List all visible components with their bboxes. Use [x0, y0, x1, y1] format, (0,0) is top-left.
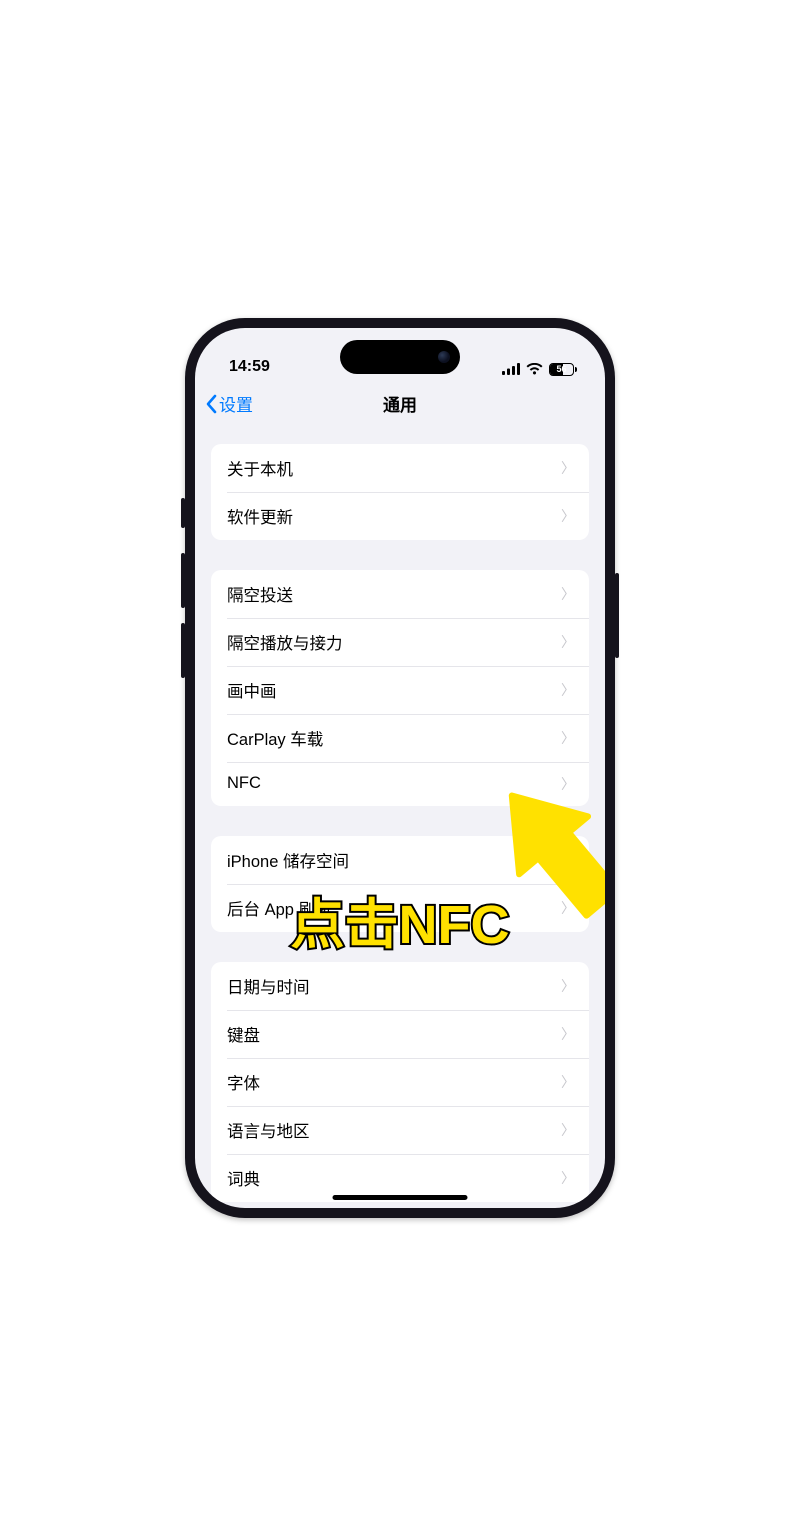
cellular-signal-icon: [502, 363, 520, 375]
chevron-right-icon: 〉: [561, 774, 575, 794]
chevron-right-icon: 〉: [561, 850, 575, 870]
settings-group-4: 日期与时间 〉 键盘 〉 字体 〉 语言与地区 〉 词典 〉: [211, 962, 589, 1202]
settings-group-2: 隔空投送 〉 隔空播放与接力 〉 画中画 〉 CarPlay 车载 〉 NFC: [211, 570, 589, 806]
chevron-right-icon: 〉: [561, 632, 575, 652]
row-label: iPhone 储存空间: [227, 848, 349, 872]
wifi-icon: [526, 363, 543, 375]
front-camera-icon: [438, 351, 450, 363]
settings-group-1: 关于本机 〉 软件更新 〉: [211, 444, 589, 540]
nav-bar: 设置 通用: [195, 382, 605, 426]
row-airplay-handoff[interactable]: 隔空播放与接力 〉: [211, 618, 589, 666]
row-label: 字体: [227, 1070, 260, 1094]
row-label: NFC: [227, 774, 261, 793]
chevron-right-icon: 〉: [561, 680, 575, 700]
volume-up-button[interactable]: [181, 553, 185, 608]
settings-content[interactable]: 关于本机 〉 软件更新 〉 隔空投送 〉 隔空播放与接力 〉 画中: [195, 426, 605, 1208]
mute-switch[interactable]: [181, 498, 185, 528]
chevron-right-icon: 〉: [561, 976, 575, 996]
home-indicator[interactable]: [333, 1195, 468, 1200]
row-label: 画中画: [227, 678, 277, 702]
chevron-left-icon: [205, 394, 217, 414]
row-label: 隔空投送: [227, 582, 293, 606]
chevron-right-icon: 〉: [561, 584, 575, 604]
battery-percent: 56: [556, 364, 566, 374]
chevron-right-icon: 〉: [561, 1120, 575, 1140]
row-about[interactable]: 关于本机 〉: [211, 444, 589, 492]
row-label: 语言与地区: [227, 1118, 310, 1142]
chevron-right-icon: 〉: [561, 728, 575, 748]
row-label: CarPlay 车载: [227, 726, 323, 750]
row-label: 软件更新: [227, 504, 293, 528]
row-label: 日期与时间: [227, 974, 310, 998]
row-airdrop[interactable]: 隔空投送 〉: [211, 570, 589, 618]
power-button[interactable]: [615, 573, 619, 658]
dynamic-island: [340, 340, 460, 374]
row-picture-in-picture[interactable]: 画中画 〉: [211, 666, 589, 714]
row-carplay[interactable]: CarPlay 车载 〉: [211, 714, 589, 762]
row-label: 词典: [227, 1166, 260, 1190]
chevron-right-icon: 〉: [561, 1024, 575, 1044]
chevron-right-icon: 〉: [561, 458, 575, 478]
battery-icon: 56: [549, 363, 577, 376]
row-software-update[interactable]: 软件更新 〉: [211, 492, 589, 540]
row-label: 后台 App 刷新: [227, 896, 332, 920]
back-label: 设置: [219, 391, 253, 416]
row-background-refresh[interactable]: 后台 App 刷新 〉: [211, 884, 589, 932]
row-nfc[interactable]: NFC 〉: [211, 762, 589, 806]
row-keyboard[interactable]: 键盘 〉: [211, 1010, 589, 1058]
settings-group-3: iPhone 储存空间 〉 后台 App 刷新 〉: [211, 836, 589, 932]
status-time: 14:59: [229, 358, 270, 376]
volume-down-button[interactable]: [181, 623, 185, 678]
chevron-right-icon: 〉: [561, 1072, 575, 1092]
row-language-region[interactable]: 语言与地区 〉: [211, 1106, 589, 1154]
back-button[interactable]: 设置: [205, 382, 253, 426]
row-fonts[interactable]: 字体 〉: [211, 1058, 589, 1106]
chevron-right-icon: 〉: [561, 898, 575, 918]
phone-frame: 14:59 56 设置 通用: [185, 318, 615, 1218]
row-iphone-storage[interactable]: iPhone 储存空间 〉: [211, 836, 589, 884]
chevron-right-icon: 〉: [561, 1168, 575, 1188]
page-title: 通用: [383, 391, 417, 416]
row-date-time[interactable]: 日期与时间 〉: [211, 962, 589, 1010]
screen: 14:59 56 设置 通用: [195, 328, 605, 1208]
chevron-right-icon: 〉: [561, 506, 575, 526]
row-label: 关于本机: [227, 456, 293, 480]
row-label: 键盘: [227, 1022, 260, 1046]
row-label: 隔空播放与接力: [227, 630, 343, 654]
